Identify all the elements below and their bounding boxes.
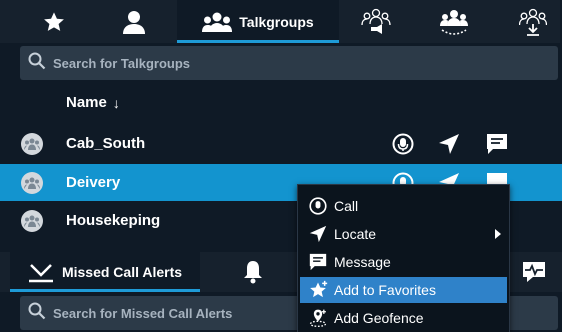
dynamic-group-icon	[439, 8, 469, 36]
app-window: Talkgroups Name ↓	[0, 0, 562, 332]
menu-item-message[interactable]: Message	[300, 249, 507, 275]
name-column-header[interactable]: Name ↓	[66, 94, 120, 111]
tab-contacts[interactable]	[104, 0, 164, 43]
tab-talkgroups[interactable]: Talkgroups	[177, 0, 339, 43]
menu-item-add-geofence[interactable]: Add Geofence	[300, 305, 507, 331]
location-arrow-icon	[307, 225, 329, 243]
sort-down-icon: ↓	[112, 94, 120, 111]
submenu-arrow-icon	[495, 229, 501, 239]
tab-favorites[interactable]	[26, 0, 82, 43]
tab-missed-call-alerts-label: Missed Call Alerts	[61, 264, 183, 280]
geofence-icon	[307, 308, 329, 328]
ptt-mic-icon[interactable]	[391, 132, 415, 156]
bell-icon	[242, 260, 264, 284]
broadcast-group-icon	[361, 8, 391, 36]
locate-arrow-icon[interactable]	[437, 132, 461, 156]
talkgroup-name: Housekeping	[66, 212, 161, 229]
message-icon[interactable]	[485, 132, 509, 156]
search-icon	[28, 302, 46, 325]
menu-item-call-label: Call	[334, 198, 359, 214]
talkgroup-row[interactable]: Cab_South	[0, 125, 562, 162]
talkgroup-avatar-icon	[21, 172, 43, 194]
group-icon	[202, 12, 233, 32]
menu-item-add-geofence-label: Add Geofence	[334, 310, 424, 326]
menu-item-add-to-favorites[interactable]: Add to Favorites	[300, 277, 507, 303]
star-plus-icon	[307, 280, 329, 300]
menu-item-message-label: Message	[334, 254, 391, 270]
download-group-icon	[519, 8, 547, 36]
menu-item-call[interactable]: Call	[300, 193, 507, 219]
talkgroup-name: Deivery	[66, 174, 121, 191]
tab-missed-call-alerts[interactable]: Missed Call Alerts	[10, 252, 200, 292]
message-icon	[307, 253, 329, 271]
talkgroup-avatar-icon	[21, 210, 43, 232]
tab-alerts[interactable]	[225, 252, 281, 292]
ptt-mic-icon	[307, 197, 329, 215]
talkgroup-name: Cab_South	[66, 135, 146, 152]
tab-talkgroups-label: Talkgroups	[239, 13, 314, 30]
talkgroup-search-box	[20, 46, 558, 80]
talkgroup-avatar-icon	[21, 133, 43, 155]
name-column-label: Name	[66, 94, 107, 111]
menu-item-add-to-favorites-label: Add to Favorites	[334, 282, 436, 298]
missed-call-icon	[28, 261, 54, 283]
context-menu: Call Locate Message Add to Favorites Add…	[297, 184, 510, 332]
search-icon	[28, 52, 46, 75]
heartbeat-chat-icon	[521, 260, 547, 284]
tab-dynamic-group[interactable]	[424, 0, 484, 43]
menu-item-locate-label: Locate	[334, 226, 377, 242]
tab-activity[interactable]	[512, 252, 556, 292]
tab-broadcast[interactable]	[346, 0, 406, 43]
person-icon	[123, 10, 145, 34]
talkgroup-search-input[interactable]	[53, 55, 453, 71]
tab-download-group[interactable]	[506, 0, 560, 43]
menu-item-locate[interactable]: Locate	[300, 221, 507, 247]
star-icon	[43, 11, 65, 33]
top-tab-bar: Talkgroups	[0, 0, 560, 43]
